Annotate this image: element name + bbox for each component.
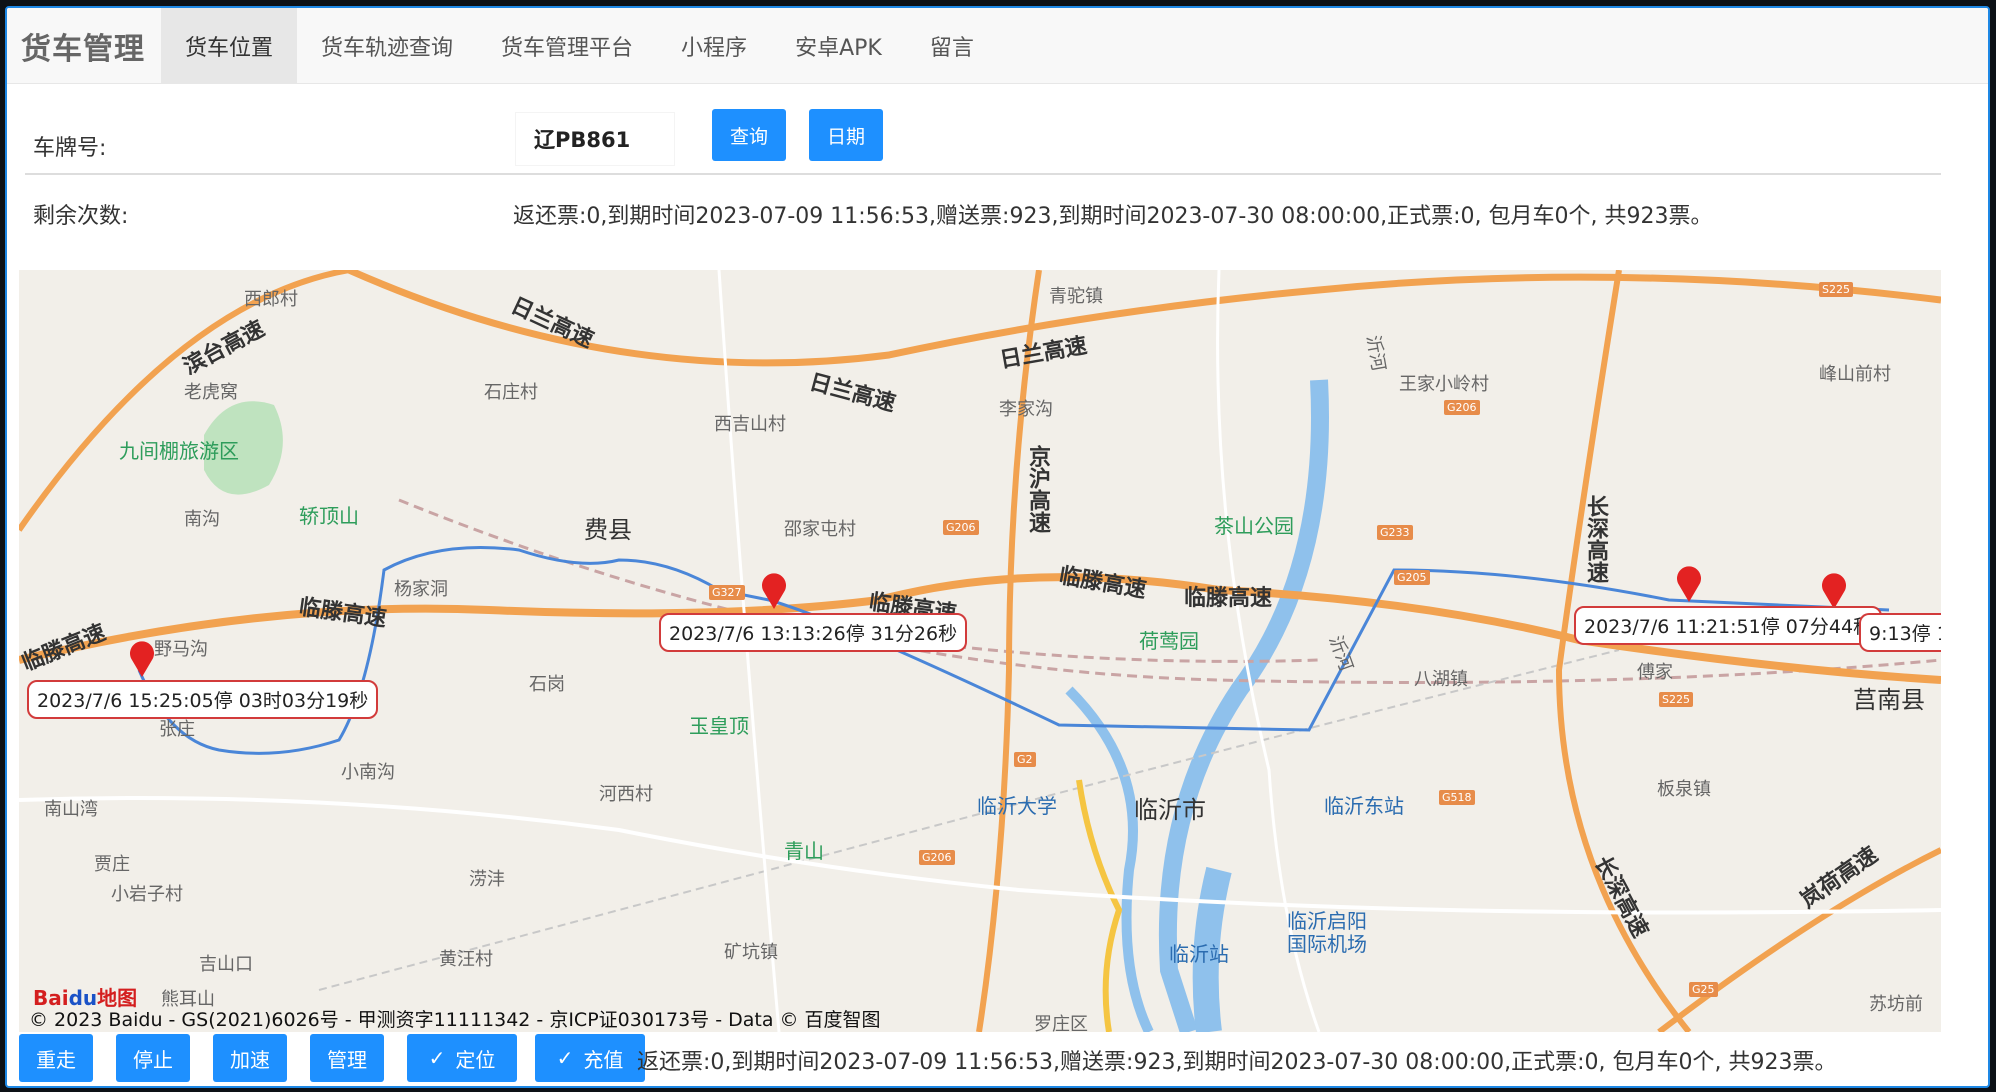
road-label: 长深高速 (1583, 495, 1608, 583)
date-button[interactable]: 日期 (809, 109, 883, 161)
place-label: 峰山前村 (1819, 364, 1891, 385)
road-shield: S225 (1819, 282, 1853, 297)
stop-label[interactable]: 2023/7/6 11:21:51停 07分44秒 (1574, 606, 1883, 645)
check-icon: ✓ (556, 1046, 574, 1070)
road-shield: G206 (1444, 400, 1480, 415)
nav-mini-program[interactable]: 小程序 (657, 8, 771, 84)
place-feixian: 费县 (584, 516, 632, 544)
place-label: 李家沟 (999, 399, 1053, 420)
road-shield: G327 (709, 585, 745, 600)
stop-pin-icon[interactable] (1819, 572, 1849, 610)
place-label: 西吉山村 (714, 414, 786, 435)
place-label: 西郎村 (244, 289, 298, 310)
query-button[interactable]: 查询 (712, 109, 786, 161)
manage-button[interactable]: 管理 (310, 1034, 384, 1082)
place-junan: 莒南县 (1853, 686, 1925, 714)
replay-button[interactable]: 重走 (19, 1034, 93, 1082)
poi-qingshan[interactable]: 青山 (784, 835, 824, 864)
map-copyright: © 2023 Baidu - GS(2021)6026号 - 甲测资字11111… (29, 1009, 881, 1031)
poi-chashan-park[interactable]: 茶山公园 (1214, 510, 1294, 539)
place-label: 黄汪村 (439, 949, 493, 970)
place-label: 青驼镇 (1049, 286, 1103, 307)
app-window: 货车管理 货车位置 货车轨迹查询 货车管理平台 小程序 安卓APK 留言 车牌号… (5, 6, 1990, 1088)
map-view[interactable]: 西郎村 滨台高速 日兰高速 青驼镇 日兰高速 日兰高速 沂河 峰山前村 老虎窝 … (19, 270, 1941, 1032)
place-label: 小南沟 (341, 762, 395, 783)
river-branch (1065, 686, 1154, 1032)
road-shield: G25 (1689, 982, 1718, 997)
locate-button[interactable]: ✓ 定位 (407, 1034, 517, 1082)
speed-up-button[interactable]: 加速 (213, 1034, 287, 1082)
bottom-remaining-info: 返还票:0,到期时间2023-07-09 11:56:53,赠送票:923,到期… (637, 1050, 1837, 1075)
place-label: 石岗 (529, 674, 565, 695)
stop-pin-icon[interactable] (759, 572, 789, 610)
stop-button[interactable]: 停止 (116, 1034, 190, 1082)
poi-heyingyuan[interactable]: 荷莺园 (1139, 625, 1199, 654)
road-shield: G233 (1377, 525, 1413, 540)
poi-linyi-east-station[interactable]: 临沂东站 (1324, 790, 1404, 819)
place-label: 苏坊前 (1869, 994, 1923, 1015)
check-icon: ✓ (428, 1046, 446, 1070)
place-label: 贾庄 (94, 854, 130, 875)
place-label: 涝沣 (469, 869, 505, 890)
stop-label[interactable]: 9:13停 1 (1859, 613, 1941, 652)
road-label: 临滕高速 (1184, 586, 1273, 611)
place-label: 罗庄区 (1034, 1014, 1088, 1032)
road-shield: G206 (943, 520, 979, 535)
nav-track-query[interactable]: 货车轨迹查询 (297, 8, 477, 84)
place-label: 八湖镇 (1414, 669, 1468, 690)
place-linyi-city: 临沂市 (1134, 796, 1206, 824)
place-label: 小岩子村 (111, 884, 183, 905)
recharge-label: 充值 (583, 1047, 624, 1072)
place-label: 傅家 (1637, 662, 1673, 683)
place-label: 老虎窝 (184, 382, 238, 403)
poi-linyi-station[interactable]: 临沂站 (1169, 938, 1229, 967)
brand-title[interactable]: 货车管理 (7, 24, 161, 68)
nav-management-platform[interactable]: 货车管理平台 (477, 8, 657, 84)
poi-linyi-university[interactable]: 临沂大学 (977, 790, 1057, 819)
place-label: 石庄村 (484, 382, 538, 403)
place-label: 南山湾 (44, 799, 98, 820)
nav-message[interactable]: 留言 (906, 8, 998, 84)
secondary-rail (318, 649, 1620, 991)
nav-truck-location[interactable]: 货车位置 (161, 8, 298, 84)
divider (25, 173, 1941, 175)
locate-label: 定位 (455, 1047, 496, 1072)
poi-jiaodingshan[interactable]: 轿顶山 (299, 500, 359, 529)
remaining-info: 返还票:0,到期时间2023-07-09 11:56:53,赠送票:923,到期… (513, 204, 1713, 229)
place-label: 王家小岭村 (1399, 374, 1489, 395)
poi-qiyang-airport-2[interactable]: 国际机场 (1287, 928, 1367, 957)
recharge-button[interactable]: ✓ 充值 (535, 1034, 645, 1082)
place-label: 板泉镇 (1657, 779, 1711, 800)
poi-jiujianpeng[interactable]: 九间棚旅游区 (119, 435, 239, 464)
place-label: 邵家屯村 (784, 519, 856, 540)
road-shield: G518 (1439, 790, 1475, 805)
road-shield: G205 (1394, 570, 1430, 585)
stop-label[interactable]: 2023/7/6 13:13:26停 31分26秒 (659, 613, 968, 652)
stop-pin-icon[interactable] (127, 640, 157, 678)
city-road (1076, 779, 1123, 1032)
place-label: 矿坑镇 (724, 942, 778, 963)
top-navbar: 货车管理 货车位置 货车轨迹查询 货车管理平台 小程序 安卓APK 留言 (7, 8, 1988, 84)
remaining-label: 剩余次数: (33, 204, 129, 229)
road-shield: S225 (1659, 692, 1693, 707)
stop-label[interactable]: 2023/7/6 15:25:05停 03时03分19秒 (27, 680, 379, 719)
poi-yuhuangding[interactable]: 玉皇顶 (689, 710, 749, 739)
stop-pin-icon[interactable] (1674, 565, 1704, 603)
nav-android-apk[interactable]: 安卓APK (771, 8, 906, 84)
place-label: 南沟 (184, 509, 220, 530)
road-shield: G2 (1014, 752, 1036, 767)
place-label: 吉山口 (199, 954, 253, 975)
road-shield: G206 (919, 850, 955, 865)
place-label: 杨家洞 (394, 579, 448, 600)
plate-label: 车牌号: (33, 136, 107, 161)
place-label: 河西村 (599, 784, 653, 805)
plate-input[interactable]: 辽PB861 (515, 112, 675, 166)
road-label: 京沪高速 (1025, 445, 1050, 533)
place-label: 野马沟 (154, 639, 208, 660)
